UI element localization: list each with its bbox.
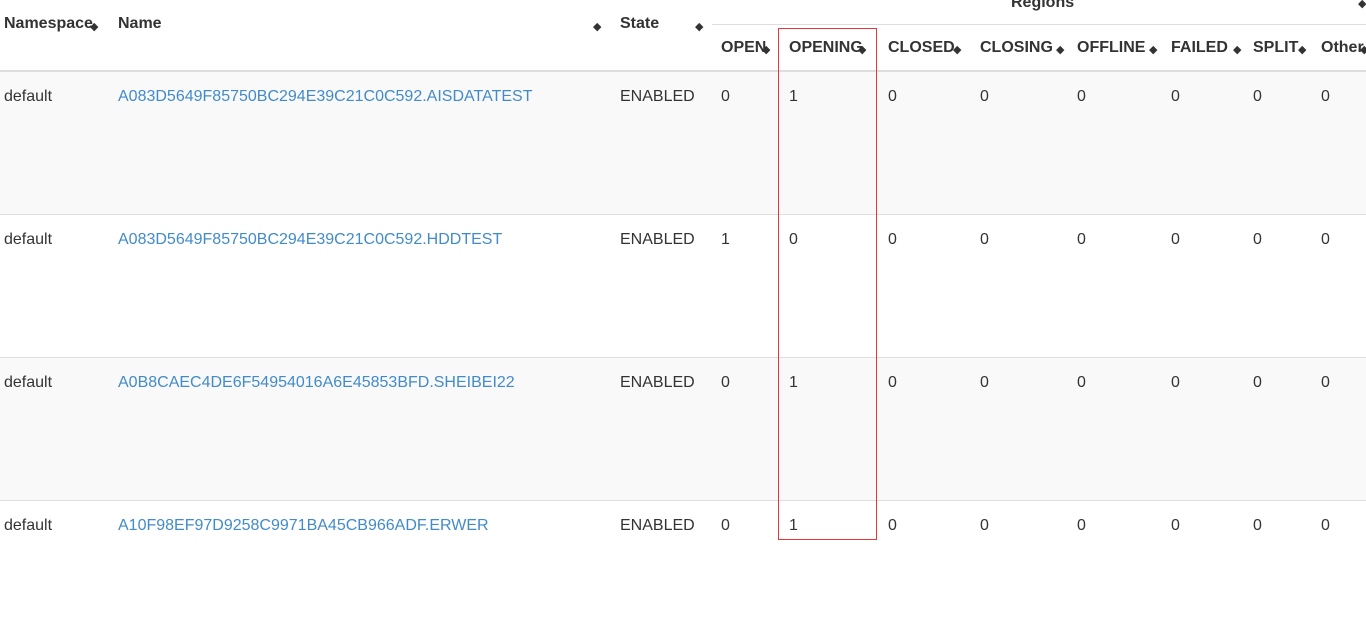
sort-icon[interactable]: ◆ — [953, 43, 961, 56]
cell-other: 0 — [1321, 88, 1330, 105]
cell-open: 0 — [721, 517, 730, 534]
table-row: default A10F98EF97D9258C9971BA45CB966ADF… — [0, 501, 1366, 644]
sort-icon[interactable]: ◆ — [1149, 43, 1157, 56]
cell-opening: 0 — [789, 231, 798, 248]
cell-namespace: default — [4, 374, 53, 391]
cell-state: ENABLED — [620, 88, 695, 105]
cell-state: ENABLED — [620, 231, 695, 248]
cell-closed: 0 — [888, 231, 897, 248]
sort-icon[interactable]: ◆ — [593, 20, 601, 33]
header-state[interactable]: State — [620, 15, 659, 33]
header-opening[interactable]: OPENING — [789, 39, 863, 57]
cell-state: ENABLED — [620, 517, 695, 534]
cell-closing: 0 — [980, 517, 989, 534]
cell-offline: 0 — [1077, 88, 1086, 105]
table-name-link[interactable]: A0B8CAEC4DE6F54954016A6E45853BFD.SHEIBEI… — [118, 374, 515, 392]
sort-icon[interactable]: ◆ — [1056, 43, 1064, 56]
cell-namespace: default — [4, 88, 53, 105]
tables-table: Namespace ◆ Name ◆ State ◆ Regions ◆ OPE… — [0, 0, 1366, 644]
cell-split: 0 — [1253, 231, 1262, 248]
header-split[interactable]: SPLIT — [1253, 39, 1298, 57]
cell-closing: 0 — [980, 88, 989, 105]
header-regions: Regions — [1011, 0, 1075, 11]
header-failed[interactable]: FAILED — [1171, 39, 1228, 57]
sort-icon[interactable]: ◆ — [90, 20, 98, 33]
header-other[interactable]: Other — [1321, 39, 1364, 57]
regions-divider — [712, 24, 1366, 25]
sort-icon[interactable]: ◆ — [1358, 0, 1366, 10]
sort-icon[interactable]: ◆ — [762, 43, 770, 56]
cell-closed: 0 — [888, 88, 897, 105]
header-name[interactable]: Name — [118, 15, 162, 33]
cell-failed: 0 — [1171, 374, 1180, 391]
cell-open: 1 — [721, 231, 730, 248]
table-name-link[interactable]: A10F98EF97D9258C9971BA45CB966ADF.ERWER — [118, 517, 489, 535]
table-header: Namespace ◆ Name ◆ State ◆ Regions ◆ OPE… — [0, 0, 1366, 72]
cell-closing: 0 — [980, 374, 989, 391]
cell-offline: 0 — [1077, 517, 1086, 534]
header-closed[interactable]: CLOSED — [888, 39, 955, 57]
cell-open: 0 — [721, 374, 730, 391]
cell-namespace: default — [4, 231, 53, 248]
cell-failed: 0 — [1171, 517, 1180, 534]
header-open[interactable]: OPEN — [721, 39, 766, 57]
cell-open: 0 — [721, 88, 730, 105]
cell-opening: 1 — [789, 88, 798, 105]
table-name-link[interactable]: A083D5649F85750BC294E39C21C0C592.HDDTEST — [118, 231, 502, 249]
sort-icon[interactable]: ◆ — [858, 43, 866, 56]
cell-failed: 0 — [1171, 88, 1180, 105]
table-name-link[interactable]: A083D5649F85750BC294E39C21C0C592.AISDATA… — [118, 88, 532, 106]
cell-state: ENABLED — [620, 374, 695, 391]
cell-namespace: default — [4, 517, 53, 534]
table-row: default A083D5649F85750BC294E39C21C0C592… — [0, 215, 1366, 358]
cell-closed: 0 — [888, 374, 897, 391]
cell-offline: 0 — [1077, 231, 1086, 248]
sort-icon[interactable]: ◆ — [1233, 43, 1241, 56]
cell-closing: 0 — [980, 231, 989, 248]
sort-icon[interactable]: ◆ — [1298, 43, 1306, 56]
sort-icon[interactable]: ◆ — [695, 20, 703, 33]
cell-closed: 0 — [888, 517, 897, 534]
cell-split: 0 — [1253, 517, 1262, 534]
cell-other: 0 — [1321, 231, 1330, 248]
cell-split: 0 — [1253, 374, 1262, 391]
cell-other: 0 — [1321, 374, 1330, 391]
header-namespace[interactable]: Namespace — [4, 15, 93, 33]
header-closing[interactable]: CLOSING — [980, 39, 1053, 57]
header-offline[interactable]: OFFLINE — [1077, 39, 1145, 57]
cell-other: 0 — [1321, 517, 1330, 534]
table-row: default A083D5649F85750BC294E39C21C0C592… — [0, 72, 1366, 215]
cell-split: 0 — [1253, 88, 1262, 105]
cell-opening: 1 — [789, 374, 798, 391]
sort-icon[interactable]: ◆ — [1360, 43, 1366, 56]
table-row: default A0B8CAEC4DE6F54954016A6E45853BFD… — [0, 358, 1366, 501]
cell-failed: 0 — [1171, 231, 1180, 248]
cell-opening: 1 — [789, 517, 798, 534]
cell-offline: 0 — [1077, 374, 1086, 391]
